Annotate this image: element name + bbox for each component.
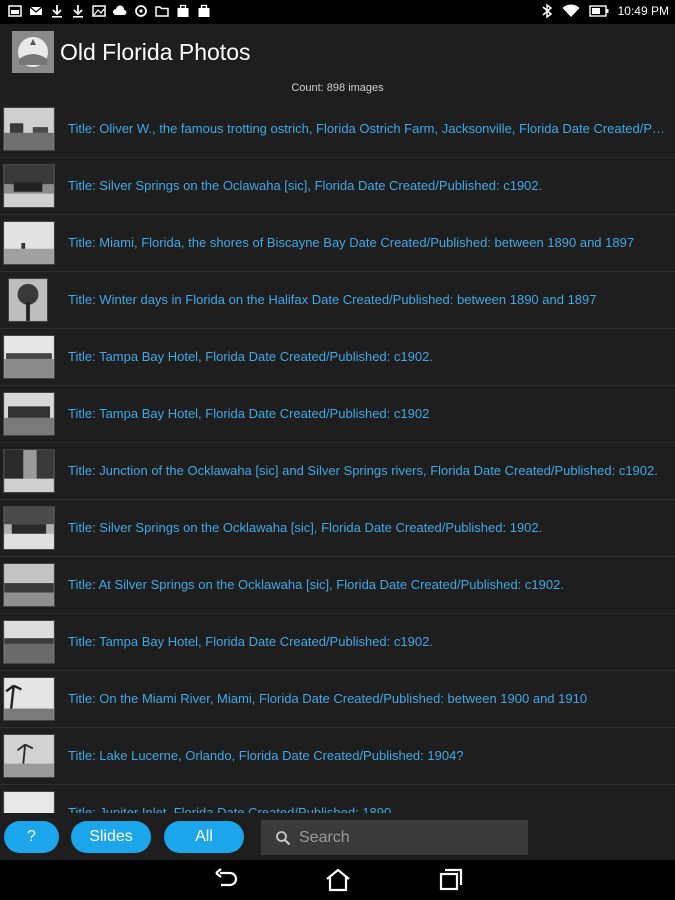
photo-title: Title: Winter days in Florida on the Hal…	[68, 292, 597, 307]
bluetooth-icon	[542, 3, 552, 19]
back-icon[interactable]	[212, 867, 240, 893]
image-icon	[92, 5, 106, 17]
search-input[interactable]: Search	[261, 820, 528, 855]
photo-thumbnail	[3, 164, 55, 208]
list-item[interactable]: Title: Miami, Florida, the shores of Bis…	[0, 215, 675, 272]
battery-icon	[588, 5, 609, 17]
photo-thumbnail	[8, 278, 48, 322]
photo-title: Title: Miami, Florida, the shores of Bis…	[68, 235, 635, 250]
search-icon	[276, 830, 291, 845]
photo-title: Title: Junction of the Ocklawaha [sic] a…	[68, 463, 658, 478]
photo-title: Title: Tampa Bay Hotel, Florida Date Cre…	[68, 406, 430, 421]
photo-title: Title: At Silver Springs on the Ocklawah…	[68, 577, 564, 592]
status-time: 10:49 PM	[617, 4, 669, 18]
photo-title: Title: Silver Springs on the Ocklawaha […	[68, 520, 543, 535]
bottom-bar: ? Slides All Search	[0, 813, 675, 860]
photo-thumbnail	[3, 563, 55, 607]
photo-thumbnail	[3, 677, 55, 721]
list-item[interactable]: Title: Tampa Bay Hotel, Florida Date Cre…	[0, 329, 675, 386]
all-button[interactable]: All	[164, 821, 244, 853]
list-item[interactable]: Title: Lake Lucerne, Orlando, Florida Da…	[0, 728, 675, 785]
photo-thumbnail	[3, 392, 55, 436]
photo-title: Title: Tampa Bay Hotel, Florida Date Cre…	[68, 349, 433, 364]
list-item[interactable]: Title: Oliver W., the famous trotting os…	[0, 101, 675, 158]
photo-title: Title: On the Miami River, Miami, Florid…	[68, 691, 588, 706]
image-count: Count: 898 images	[291, 82, 384, 94]
download-icon	[73, 5, 83, 18]
photo-title: Title: Lake Lucerne, Orlando, Florida Da…	[68, 748, 464, 763]
search-placeholder: Search	[299, 828, 350, 846]
folder-icon	[155, 6, 169, 17]
cloud-icon	[113, 5, 127, 16]
list-item[interactable]: Title: At Silver Springs on the Ocklawah…	[0, 557, 675, 614]
photo-thumbnail	[3, 734, 55, 778]
help-button[interactable]: ?	[4, 821, 59, 853]
app-title: Old Florida Photos	[60, 39, 251, 65]
list-item[interactable]: Title: Junction of the Ocklawaha [sic] a…	[0, 443, 675, 500]
photo-thumbnail	[3, 620, 55, 664]
email-icon	[29, 6, 43, 15]
download-icon	[52, 5, 62, 18]
recents-icon[interactable]	[437, 867, 465, 893]
list-item[interactable]: Title: Tampa Bay Hotel, Florida Date Cre…	[0, 614, 675, 671]
list-item[interactable]: Title: Jupiter Inlet, Florida Date Creat…	[0, 785, 675, 813]
photo-icon	[8, 5, 22, 17]
status-bar: 10:49 PM	[0, 0, 675, 24]
photo-thumbnail	[3, 449, 55, 493]
photo-title: Title: Silver Springs on the Oclawaha [s…	[68, 178, 543, 193]
list-item[interactable]: Title: On the Miami River, Miami, Florid…	[0, 671, 675, 728]
photo-thumbnail	[3, 791, 55, 813]
photo-title: Title: Jupiter Inlet, Florida Date Creat…	[68, 805, 392, 813]
photo-title: Title: Oliver W., the famous trotting os…	[68, 121, 672, 136]
sync-icon	[135, 5, 147, 17]
home-icon[interactable]	[324, 867, 352, 893]
wifi-icon	[562, 4, 580, 17]
list-item[interactable]: Title: Winter days in Florida on the Hal…	[0, 272, 675, 329]
app-bar: Old Florida Photos	[0, 24, 675, 80]
app-logo	[12, 31, 54, 73]
list-item[interactable]: Title: Silver Springs on the Ocklawaha […	[0, 500, 675, 557]
list-item[interactable]: Title: Silver Springs on the Oclawaha [s…	[0, 158, 675, 215]
photo-list[interactable]: Title: Oliver W., the famous trotting os…	[0, 101, 675, 813]
bag-icon	[177, 4, 189, 17]
photo-thumbnail	[3, 107, 55, 151]
photo-thumbnail	[3, 335, 55, 379]
photo-title: Title: Tampa Bay Hotel, Florida Date Cre…	[68, 634, 433, 649]
photo-thumbnail	[3, 221, 55, 265]
navigation-bar	[0, 860, 675, 900]
slides-button[interactable]: Slides	[71, 821, 151, 853]
list-item[interactable]: Title: Tampa Bay Hotel, Florida Date Cre…	[0, 386, 675, 443]
bag-icon	[198, 4, 210, 17]
photo-thumbnail	[3, 506, 55, 550]
